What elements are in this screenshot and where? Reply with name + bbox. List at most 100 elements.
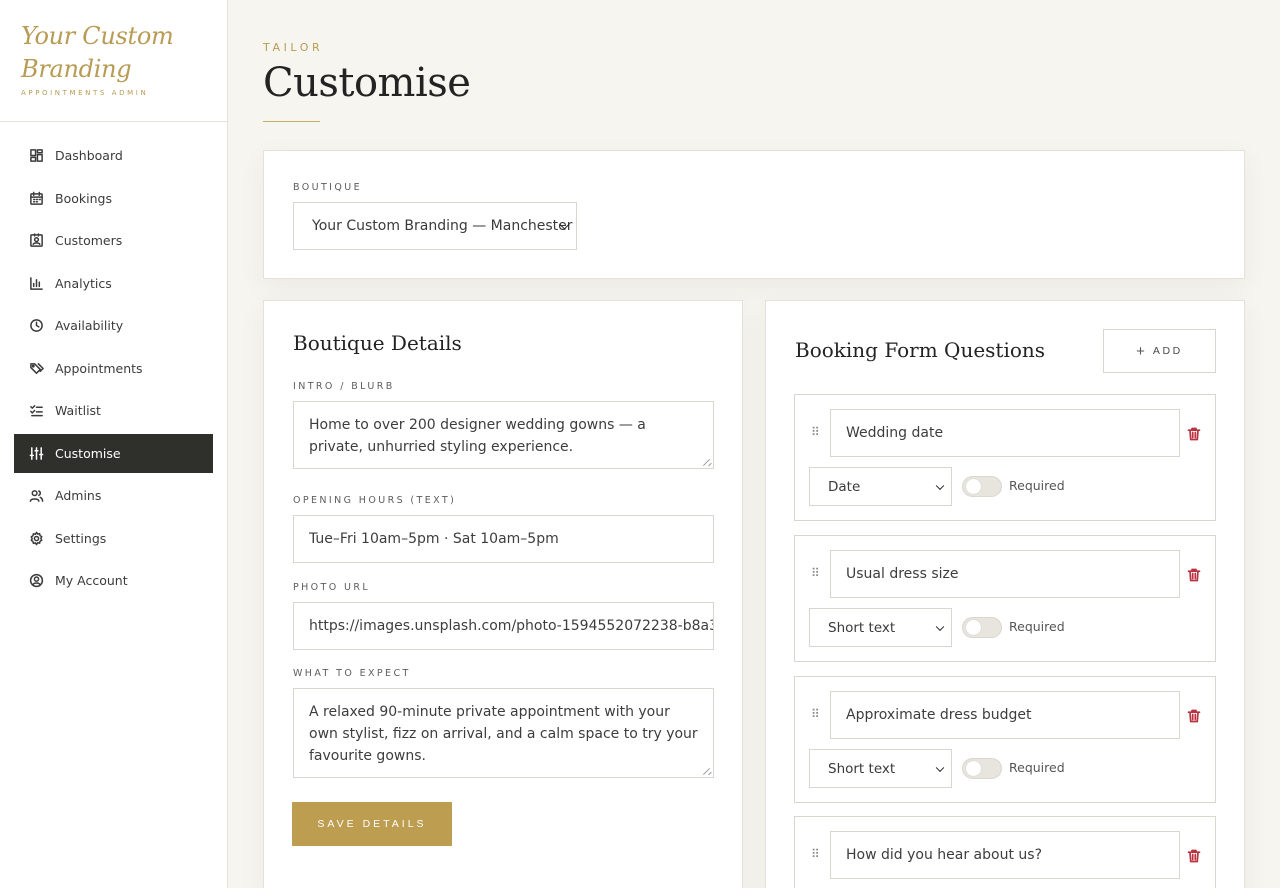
resize-handle[interactable] bbox=[703, 458, 711, 466]
resize-handle[interactable] bbox=[703, 767, 711, 775]
question-text-input[interactable]: Approximate dress budget bbox=[830, 691, 1180, 739]
toggle-knob bbox=[966, 479, 981, 494]
required-label: Required bbox=[1009, 478, 1065, 493]
save-details-button[interactable]: SAVE DETAILS bbox=[292, 802, 452, 846]
questions-heading: Booking Form Questions bbox=[795, 338, 1046, 362]
sidebar-item-label: Customise bbox=[55, 445, 121, 461]
bar-chart-icon bbox=[28, 275, 44, 291]
intro-label: INTRO / BLURB bbox=[293, 381, 395, 392]
page-eyebrow: TAILOR bbox=[263, 41, 324, 54]
trash-icon[interactable] bbox=[1187, 567, 1201, 582]
sidebar-nav: Dashboard Bookings Customers Analytics A… bbox=[0, 122, 227, 601]
question-text-input[interactable]: How did you hear about us? bbox=[830, 831, 1180, 879]
drag-handle-icon[interactable]: ⠿ bbox=[811, 426, 821, 438]
question-type-select[interactable]: Short text bbox=[809, 608, 952, 647]
question-text: Wedding date bbox=[846, 425, 944, 441]
dashboard-icon bbox=[28, 148, 44, 164]
question-type-select[interactable]: Date bbox=[809, 467, 952, 506]
sidebar-item-label: Waitlist bbox=[55, 403, 101, 419]
expect-label: WHAT TO EXPECT bbox=[293, 668, 411, 679]
page-title: Customise bbox=[263, 60, 471, 106]
sidebar-item-label: Appointments bbox=[55, 360, 143, 376]
question-text-input[interactable]: Usual dress size bbox=[830, 550, 1180, 598]
required-label: Required bbox=[1009, 760, 1065, 775]
drag-handle-icon[interactable]: ⠿ bbox=[811, 567, 821, 579]
sidebar-item-bookings[interactable]: Bookings bbox=[14, 179, 213, 219]
chevron-down-icon bbox=[935, 763, 945, 772]
trash-icon[interactable] bbox=[1187, 708, 1201, 723]
sidebar-item-label: Analytics bbox=[55, 275, 112, 291]
question-item: ⠿ Usual dress size Short text Required bbox=[794, 535, 1216, 662]
users-icon bbox=[28, 488, 44, 504]
brand-logo: Your Custom Branding APPOINTMENTS ADMIN bbox=[0, 0, 227, 122]
question-type-value: Short text bbox=[828, 619, 896, 636]
sidebar-item-label: Availability bbox=[55, 318, 124, 334]
photo-url-input[interactable]: https://images.unsplash.com/photo-159455… bbox=[293, 602, 714, 650]
intro-value: Home to over 200 designer wedding gowns … bbox=[309, 417, 646, 455]
sidebar-item-admins[interactable]: Admins bbox=[14, 476, 213, 516]
sidebar-item-label: Bookings bbox=[55, 190, 112, 206]
expect-value: A relaxed 90-minute private appointment … bbox=[309, 704, 698, 764]
required-toggle[interactable] bbox=[962, 476, 1002, 497]
trash-icon[interactable] bbox=[1187, 426, 1201, 441]
sidebar-item-waitlist[interactable]: Waitlist bbox=[14, 391, 213, 431]
brand-subtitle: APPOINTMENTS ADMIN bbox=[21, 89, 149, 97]
hours-value: Tue–Fri 10am–5pm · Sat 10am–5pm bbox=[309, 531, 559, 547]
required-label: Required bbox=[1009, 619, 1065, 634]
sidebar-item-appointments[interactable]: Appointments bbox=[14, 349, 213, 389]
boutique-card: BOUTIQUE Your Custom Branding — Manchest… bbox=[263, 150, 1245, 279]
question-item: ⠿ How did you hear about us? bbox=[794, 816, 1216, 888]
question-item: ⠿ Wedding date Date Required bbox=[794, 394, 1216, 521]
sidebar-item-customers[interactable]: Customers bbox=[14, 221, 213, 261]
brand-script-line1: Your Custom bbox=[21, 22, 174, 50]
user-circle-icon bbox=[28, 573, 44, 589]
add-question-label: ADD bbox=[1152, 345, 1183, 357]
chevron-down-icon bbox=[935, 622, 945, 631]
contact-card-icon bbox=[28, 233, 44, 249]
question-text-input[interactable]: Wedding date bbox=[830, 409, 1180, 457]
sidebar-item-customise[interactable]: Customise bbox=[14, 433, 213, 473]
gear-icon bbox=[28, 530, 44, 546]
hours-input[interactable]: Tue–Fri 10am–5pm · Sat 10am–5pm bbox=[293, 515, 714, 563]
question-type-value: Date bbox=[828, 478, 861, 495]
plus-icon: + bbox=[1136, 342, 1145, 360]
required-toggle[interactable] bbox=[962, 617, 1002, 638]
details-heading: Boutique Details bbox=[293, 331, 462, 355]
sidebar-item-analytics[interactable]: Analytics bbox=[14, 264, 213, 304]
required-toggle[interactable] bbox=[962, 758, 1002, 779]
question-type-select[interactable]: Short text bbox=[809, 749, 952, 788]
boutique-details-card: Boutique Details INTRO / BLURB Home to o… bbox=[263, 300, 743, 888]
hours-label: OPENING HOURS (TEXT) bbox=[293, 495, 457, 506]
checklist-icon bbox=[28, 403, 44, 419]
sidebar-item-label: My Account bbox=[55, 573, 128, 589]
photo-url-label: PHOTO URL bbox=[293, 582, 371, 593]
chevron-down-icon bbox=[935, 481, 945, 490]
photo-url-value: https://images.unsplash.com/photo-159455… bbox=[309, 618, 713, 634]
expect-textarea[interactable]: A relaxed 90-minute private appointment … bbox=[293, 688, 714, 778]
sidebar: Your Custom Branding APPOINTMENTS ADMIN … bbox=[0, 0, 228, 888]
calendar-icon bbox=[28, 190, 44, 206]
add-question-button[interactable]: + ADD bbox=[1103, 329, 1216, 373]
question-type-value: Short text bbox=[828, 760, 896, 777]
question-text: How did you hear about us? bbox=[846, 847, 1042, 863]
toggle-knob bbox=[966, 761, 981, 776]
intro-textarea[interactable]: Home to over 200 designer wedding gowns … bbox=[293, 401, 714, 469]
question-item: ⠿ Approximate dress budget Short text Re… bbox=[794, 676, 1216, 803]
sliders-icon bbox=[28, 445, 44, 461]
clock-icon bbox=[28, 318, 44, 334]
drag-handle-icon[interactable]: ⠿ bbox=[811, 848, 821, 860]
sidebar-item-settings[interactable]: Settings bbox=[14, 519, 213, 559]
sidebar-item-dashboard[interactable]: Dashboard bbox=[14, 136, 213, 176]
toggle-knob bbox=[966, 620, 981, 635]
sidebar-item-label: Customers bbox=[55, 233, 123, 249]
drag-handle-icon[interactable]: ⠿ bbox=[811, 708, 821, 720]
boutique-label: BOUTIQUE bbox=[293, 182, 363, 193]
tags-icon bbox=[28, 360, 44, 376]
trash-icon[interactable] bbox=[1187, 848, 1201, 863]
sidebar-item-my-account[interactable]: My Account bbox=[14, 561, 213, 601]
sidebar-item-label: Dashboard bbox=[55, 148, 123, 164]
sidebar-item-label: Admins bbox=[55, 488, 102, 504]
question-text: Usual dress size bbox=[846, 566, 959, 582]
boutique-select[interactable]: Your Custom Branding — Manchester bbox=[293, 202, 577, 250]
sidebar-item-availability[interactable]: Availability bbox=[14, 306, 213, 346]
